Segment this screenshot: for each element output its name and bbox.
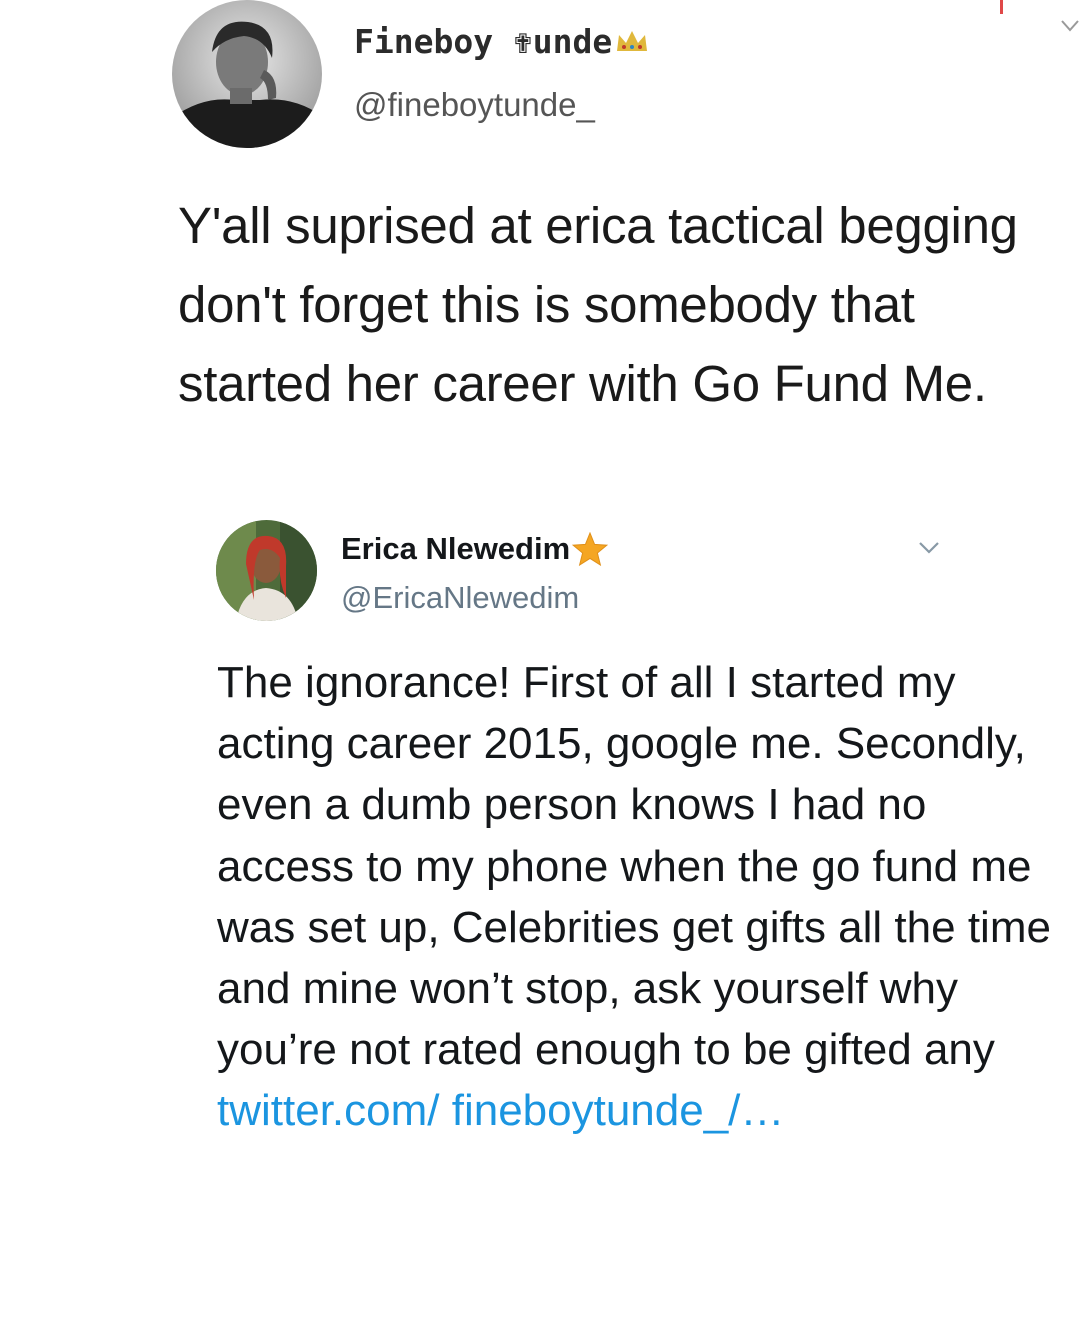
- star-icon: [572, 532, 609, 566]
- crown-icon: [617, 31, 648, 51]
- display-name-text: Fineboy ✟unde: [354, 22, 613, 61]
- display-name[interactable]: Erica Nlewedim: [341, 531, 609, 567]
- quoted-tweet-screenshot: Fineboy ✟unde @fineboytunde_ Y'all supri…: [0, 0, 1080, 500]
- avatar[interactable]: [172, 0, 322, 148]
- user-handle[interactable]: @fineboytunde_: [354, 86, 595, 124]
- tweet-text: The ignorance! First of all I started my…: [217, 652, 1067, 1142]
- user-handle[interactable]: @EricaNlewedim: [341, 580, 579, 616]
- tweet-text: Y'all suprised at erica tactical begging…: [178, 197, 1018, 412]
- tweet-body: The ignorance! First of all I started my…: [217, 658, 1051, 1075]
- display-name[interactable]: Fineboy ✟unde: [354, 22, 650, 61]
- edge-mark: [1000, 0, 1003, 14]
- display-name-text: Erica Nlewedim: [341, 531, 571, 566]
- tweet-link[interactable]: twitter.com/ fineboytunde_/…: [217, 1086, 784, 1135]
- avatar[interactable]: [216, 520, 317, 621]
- chevron-down-icon[interactable]: [917, 540, 941, 556]
- chevron-down-icon[interactable]: [1060, 18, 1080, 34]
